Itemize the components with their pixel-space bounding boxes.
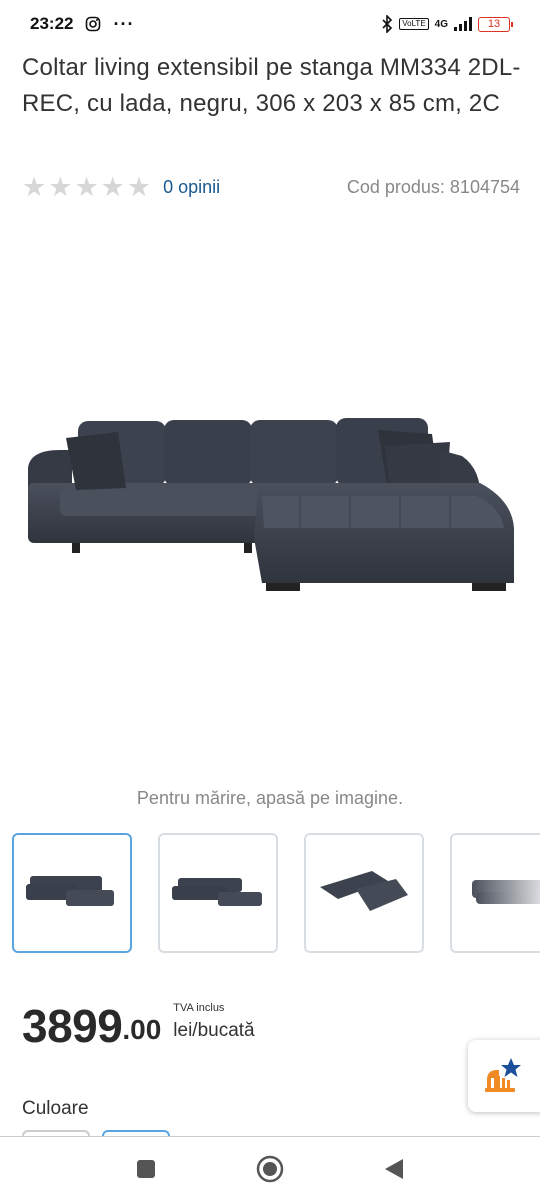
volte-badge: VoLTE bbox=[399, 18, 429, 30]
reviews-link[interactable]: 0 opinii bbox=[163, 177, 220, 198]
back-triangle-icon bbox=[385, 1158, 403, 1179]
home-circle-icon bbox=[256, 1155, 284, 1182]
trust-badge-icon bbox=[485, 1058, 521, 1092]
product-image[interactable] bbox=[0, 238, 540, 778]
home-button[interactable] bbox=[254, 1153, 286, 1185]
bluetooth-icon bbox=[382, 15, 393, 33]
favorites-fab[interactable] bbox=[468, 1040, 540, 1112]
tva-note: TVA inclus bbox=[173, 1002, 225, 1014]
star-icon: ★ bbox=[74, 172, 99, 202]
status-time: 23:22 bbox=[30, 14, 74, 33]
network-type: 4G bbox=[434, 18, 448, 30]
product-code: Cod produs: 8104754 bbox=[346, 176, 520, 197]
battery-icon: 13 bbox=[478, 16, 513, 32]
more-notifications-icon: ··· bbox=[113, 13, 135, 34]
zoom-hint: Pentru mărire, apasă pe imagine. bbox=[136, 788, 404, 808]
thumbnail-strip bbox=[12, 833, 540, 953]
thumbnail-2[interactable] bbox=[158, 833, 278, 953]
rating-stars[interactable]: ★ ★ ★ ★ ★ bbox=[22, 172, 151, 202]
rating-row: ★ ★ ★ ★ ★ 0 opinii Cod produs: 8104754 bbox=[22, 172, 520, 202]
star-icon: ★ bbox=[22, 172, 47, 202]
color-label: Culoare bbox=[22, 1098, 89, 1119]
star-icon: ★ bbox=[126, 172, 152, 202]
back-button[interactable] bbox=[378, 1153, 410, 1185]
thumbnail-3[interactable] bbox=[304, 833, 424, 953]
price-integer: 3899 bbox=[22, 1000, 123, 1052]
thumbnail-1[interactable] bbox=[12, 833, 132, 953]
recents-button[interactable] bbox=[130, 1153, 162, 1185]
system-nav-bar bbox=[0, 1136, 540, 1200]
battery-level: 13 bbox=[487, 18, 501, 30]
square-icon bbox=[137, 1159, 155, 1178]
star-icon: ★ bbox=[48, 172, 73, 202]
price: 3899 .00 TVA inclus lei/bucată bbox=[22, 998, 255, 1054]
signal-icon bbox=[454, 17, 472, 31]
product-title: Coltar living extensibil pe stanga MM334… bbox=[22, 54, 521, 117]
instagram-icon bbox=[86, 16, 101, 32]
price-decimal: .00 bbox=[122, 1014, 162, 1045]
price-unit: lei/bucată bbox=[173, 1020, 255, 1041]
thumbnail-4[interactable] bbox=[450, 833, 540, 953]
star-icon: ★ bbox=[100, 172, 125, 202]
status-bar: 23:22 ··· VoLTE 4G 13 bbox=[0, 0, 540, 48]
